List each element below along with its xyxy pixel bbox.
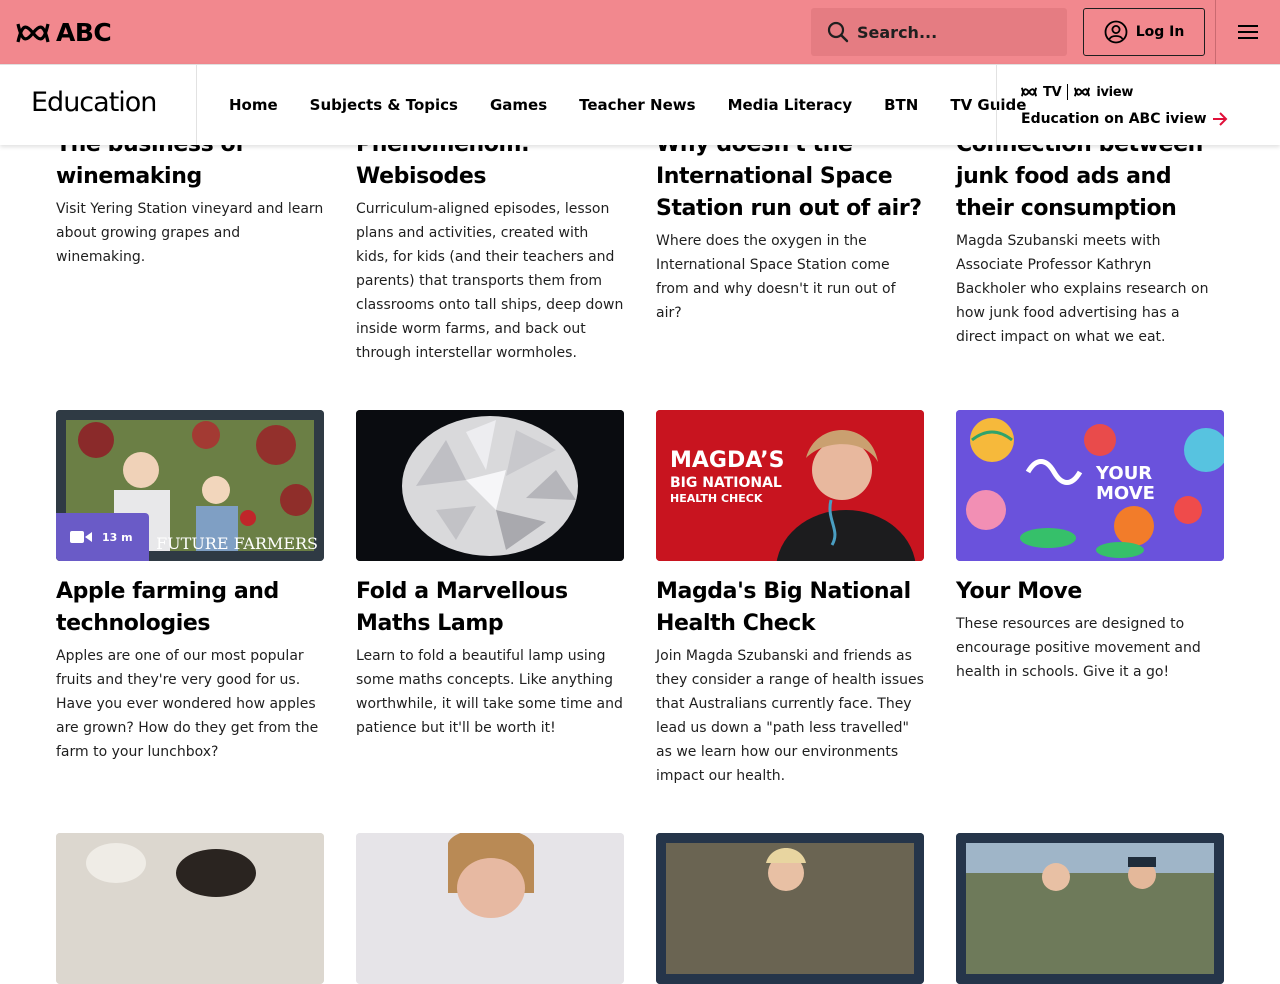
menu-button[interactable] [1232, 20, 1264, 44]
card-thumbnail[interactable] [356, 833, 624, 984]
card-thumbnail[interactable] [356, 410, 624, 561]
content-card[interactable] [656, 833, 924, 984]
content-card[interactable] [56, 833, 324, 984]
thumb-title: MAGDA’S BIG NATIONAL HEALTH CHECK [670, 448, 785, 505]
content-card[interactable]: Why doesn't the International Space Stat… [656, 129, 924, 325]
card-description: Visit Yering Station vineyard and learn … [56, 201, 324, 265]
card-thumbnail[interactable]: YOUR MOVE [956, 410, 1224, 561]
card-thumbnail[interactable] [956, 833, 1224, 984]
content-card[interactable]: Fold a Marvellous Maths Lamp Learn to fo… [356, 410, 624, 740]
content-card[interactable] [356, 833, 624, 984]
thumb-title-line: MOVE [1096, 483, 1155, 504]
thumb-title-line: YOUR [1096, 463, 1153, 484]
nav-link-btn[interactable]: BTN [868, 96, 934, 114]
thumb-title-line: BIG NATIONAL [670, 475, 782, 491]
nav-link-subjects-topics[interactable]: Subjects & Topics [294, 96, 474, 114]
content-card[interactable]: YOUR MOVE Your Move These resources are … [956, 410, 1224, 684]
content-card[interactable]: Connection between junk food ads and the… [956, 129, 1224, 349]
nav-link-home[interactable]: Home [213, 96, 294, 114]
section-nav-links: Home Subjects & Topics Games Teacher New… [213, 65, 1042, 145]
thumb-title: YOUR MOVE [1096, 464, 1155, 504]
card-description: These resources are designed to encourag… [956, 616, 1201, 680]
thumb-title-line: HEALTH CHECK [670, 492, 763, 505]
education-brand[interactable]: Education [31, 87, 157, 118]
abc-logo[interactable]: ABC [16, 18, 112, 47]
login-button[interactable]: Log In [1083, 8, 1205, 56]
abc-logo-text: ABC [56, 18, 112, 47]
iview-logos: TV iview [1021, 83, 1228, 101]
card-title[interactable]: Apple farming and technologies [56, 576, 324, 640]
user-icon [1104, 20, 1128, 44]
card-thumbnail[interactable] [56, 833, 324, 984]
card-thumbnail[interactable] [656, 833, 924, 984]
iview-cta-label: Education on ABC iview [1021, 111, 1207, 127]
your-move-image [956, 410, 1224, 561]
nav-link-teacher-news[interactable]: Teacher News [563, 96, 711, 114]
content-card[interactable]: The business of winemaking Visit Yering … [56, 129, 324, 269]
card-title[interactable]: Magda's Big National Health Check [656, 576, 924, 640]
search-input[interactable]: Search... [811, 8, 1067, 56]
abc-iview-lissajous-icon [1074, 87, 1091, 97]
video-camera-icon [70, 531, 92, 543]
card-thumbnail-image [956, 833, 1224, 984]
menu-divider [1215, 0, 1216, 64]
content-card[interactable]: FUTURE FARMERS 13 m Apple farming and te… [56, 410, 324, 764]
card-thumbnail[interactable]: MAGDA’S BIG NATIONAL HEALTH CHECK [656, 410, 924, 561]
card-description: Apples are one of our most popular fruit… [56, 648, 319, 760]
content-card[interactable] [956, 833, 1224, 984]
abc-tv-lissajous-icon [1021, 87, 1037, 97]
card-description: Curriculum-aligned episodes, lesson plan… [356, 201, 624, 361]
search-icon [827, 21, 849, 43]
arrow-right-icon [1212, 112, 1227, 126]
thumb-title-line: MAGDA’S [670, 448, 785, 473]
logo-divider [1067, 84, 1069, 100]
card-thumbnail-image [56, 833, 324, 984]
video-duration: 13 m [102, 530, 133, 544]
search-placeholder: Search... [857, 22, 938, 42]
iview-promo[interactable]: TV iview Education on ABC iview [1021, 83, 1228, 127]
nav-link-games[interactable]: Games [474, 96, 563, 114]
card-description: Where does the oxygen in the Internation… [656, 233, 896, 321]
card-description: Learn to fold a beautiful lamp using som… [356, 648, 623, 736]
brand-divider [196, 65, 197, 145]
card-description: Join Magda Szubanski and friends as they… [656, 648, 924, 784]
iview-cta-link[interactable]: Education on ABC iview [1021, 111, 1228, 127]
card-description: Magda Szubanski meets with Associate Pro… [956, 233, 1209, 345]
video-duration-badge: 13 m [56, 513, 149, 561]
card-thumbnail[interactable]: FUTURE FARMERS 13 m [56, 410, 324, 561]
content-card[interactable]: Phenomenom: Webisodes Curriculum-aligned… [356, 129, 624, 365]
abc-tv-logo-text: TV [1043, 84, 1062, 100]
paper-lamp-image [356, 410, 624, 561]
iview-logo-text: iview [1096, 84, 1134, 100]
content-card[interactable]: MAGDA’S BIG NATIONAL HEALTH CHECK Magda'… [656, 410, 924, 788]
section-nav: Education Home Subjects & Topics Games T… [0, 64, 1280, 145]
thumb-caption: FUTURE FARMERS [156, 534, 318, 553]
login-label: Log In [1135, 24, 1185, 40]
iview-divider [996, 65, 997, 145]
hamburger-menu-icon [1238, 25, 1258, 39]
abc-lissajous-icon [16, 23, 50, 42]
top-bar: ABC Search... Log In [0, 0, 1280, 64]
card-thumbnail-image [656, 833, 924, 984]
nav-link-media-literacy[interactable]: Media Literacy [712, 96, 869, 114]
card-thumbnail-image [356, 833, 624, 984]
card-title[interactable]: Fold a Marvellous Maths Lamp [356, 576, 624, 640]
card-title[interactable]: Your Move [956, 576, 1224, 608]
